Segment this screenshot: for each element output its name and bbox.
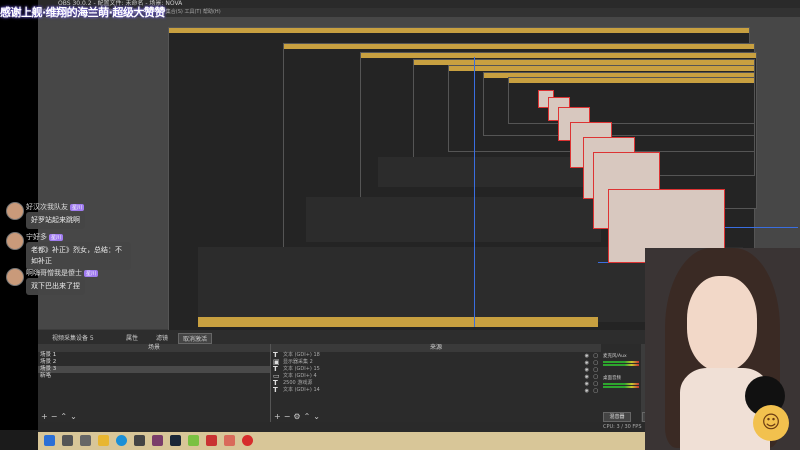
source-item[interactable]: ▣ 显示器采集 2 ◉ ▢ xyxy=(271,359,601,367)
chat-text: 好罗站起来跳啊 xyxy=(26,212,85,229)
remove-icon[interactable]: − xyxy=(284,412,291,421)
source-item[interactable]: ▭ 文本 (GDI+) 4 ◉ ▢ xyxy=(271,373,601,381)
mixer-channel-label: 麦克风/Aux xyxy=(603,354,627,359)
sources-footer: + − ⚙ ⌃ ⌄ xyxy=(271,412,601,422)
source-label: 文本 (GDI+) 18 xyxy=(283,352,320,358)
properties-button[interactable]: 属性 xyxy=(126,333,138,342)
add-icon[interactable]: + xyxy=(41,412,48,421)
audio-mixer-panel: 麦克风/Aux 桌面音频 混音器 xyxy=(601,344,641,422)
status-text: CPU: 3 / 30 FPS xyxy=(603,424,642,430)
scene-item[interactable]: 场景 3 xyxy=(38,366,270,373)
avatar xyxy=(6,268,24,286)
source-label: 显示器采集 2 xyxy=(283,359,313,365)
fan-badge: 星川 xyxy=(84,269,99,277)
avatar xyxy=(6,202,24,220)
add-icon[interactable]: + xyxy=(274,412,281,421)
scenes-footer: + − ⌃ ⌄ xyxy=(38,412,270,422)
sources-panel: 来源 T 文本 (GDI+) 18 ◉ ▢ ▣ 显示器采集 2 ◉ ▢ T 文本 (GDI+)… xyxy=(271,344,601,422)
move-up-icon[interactable]: ⌃ xyxy=(60,412,67,421)
source-item[interactable]: T 文本 (GDI+) 15 ◉ ▢ xyxy=(271,366,601,374)
deactivate-button[interactable]: 取消激活 xyxy=(178,333,213,344)
chat-text: 老都》补正》烈女，总结：不如补正 xyxy=(26,242,131,270)
volume-meter xyxy=(603,361,639,363)
volume-meter xyxy=(603,364,639,366)
fan-badge: 星川 xyxy=(70,203,85,211)
mixer-tab[interactable]: 混音器 xyxy=(603,412,631,422)
nested-dock-area xyxy=(378,157,598,187)
nested-taskbar xyxy=(198,317,598,327)
mascot-sticker: ☺ xyxy=(753,405,789,441)
windows-icon[interactable] xyxy=(44,435,55,446)
gift-overlay-text: 感谢上舰·维翔的海兰萌·超级大赞赞 xyxy=(0,6,165,19)
sources-header: 来源 xyxy=(271,344,601,352)
gear-icon[interactable]: ⚙ xyxy=(293,412,300,421)
eye-icon[interactable]: ◉ xyxy=(585,388,589,395)
scene-item[interactable]: 场景 1 xyxy=(38,352,270,359)
explorer-icon[interactable] xyxy=(98,435,109,446)
chat-username: 宁好多 xyxy=(26,233,47,241)
move-down-icon[interactable]: ⌄ xyxy=(313,412,320,421)
netease-icon[interactable] xyxy=(242,435,253,446)
search-icon[interactable] xyxy=(62,435,73,446)
scene-item[interactable]: 场景 2 xyxy=(38,359,270,366)
source-item[interactable]: T 2500 游戏源 ◉ ▢ xyxy=(271,380,601,388)
chat-text: 双下巴出来了捏 xyxy=(26,278,85,295)
scene-item[interactable]: 新咯 xyxy=(38,373,270,380)
avatar xyxy=(6,232,24,250)
steam-icon[interactable] xyxy=(170,435,181,446)
app-icon[interactable] xyxy=(152,435,163,446)
scenes-header: 场景 xyxy=(38,344,270,352)
mixer-channel-label: 桌面音频 xyxy=(603,376,621,381)
source-label: 2500 游戏源 xyxy=(283,380,313,386)
volume-meter xyxy=(603,386,639,388)
source-item[interactable]: T 文本 (GDI+) 18 ◉ ▢ xyxy=(271,352,601,360)
source-label: 文本 (GDI+) 4 xyxy=(283,373,317,379)
lock-icon[interactable]: ▢ xyxy=(593,388,598,395)
remove-icon[interactable]: − xyxy=(51,412,58,421)
android-icon[interactable] xyxy=(188,435,199,446)
obs-icon[interactable] xyxy=(134,435,145,446)
app-red-icon[interactable] xyxy=(206,435,217,446)
guide-line xyxy=(474,57,475,327)
edge-icon[interactable] xyxy=(116,435,127,446)
move-down-icon[interactable]: ⌄ xyxy=(70,412,77,421)
filters-button[interactable]: 滤镜 xyxy=(156,333,168,342)
move-up-icon[interactable]: ⌃ xyxy=(304,412,311,421)
task-view-icon[interactable] xyxy=(80,435,91,446)
scenes-panel: 场景 场景 1 场景 2 场景 3 新咯 + − ⌃ ⌄ xyxy=(38,344,271,422)
photo-icon[interactable] xyxy=(224,435,235,446)
text-source-icon: T xyxy=(273,386,278,394)
chat-username: 啊嗨哥憎我是傻士 xyxy=(26,269,82,277)
source-name: 视频采集设备 5 xyxy=(52,335,94,342)
fan-badge: 星川 xyxy=(49,233,64,241)
source-item[interactable]: T 文本 (GDI+) 14 ◉ ▢ xyxy=(271,386,601,395)
source-label: 文本 (GDI+) 14 xyxy=(283,387,320,393)
source-label: 文本 (GDI+) 15 xyxy=(283,366,320,372)
nested-dock-area xyxy=(306,197,601,242)
chat-username: 好汉次我队友 xyxy=(26,203,68,211)
volume-meter xyxy=(603,383,639,385)
